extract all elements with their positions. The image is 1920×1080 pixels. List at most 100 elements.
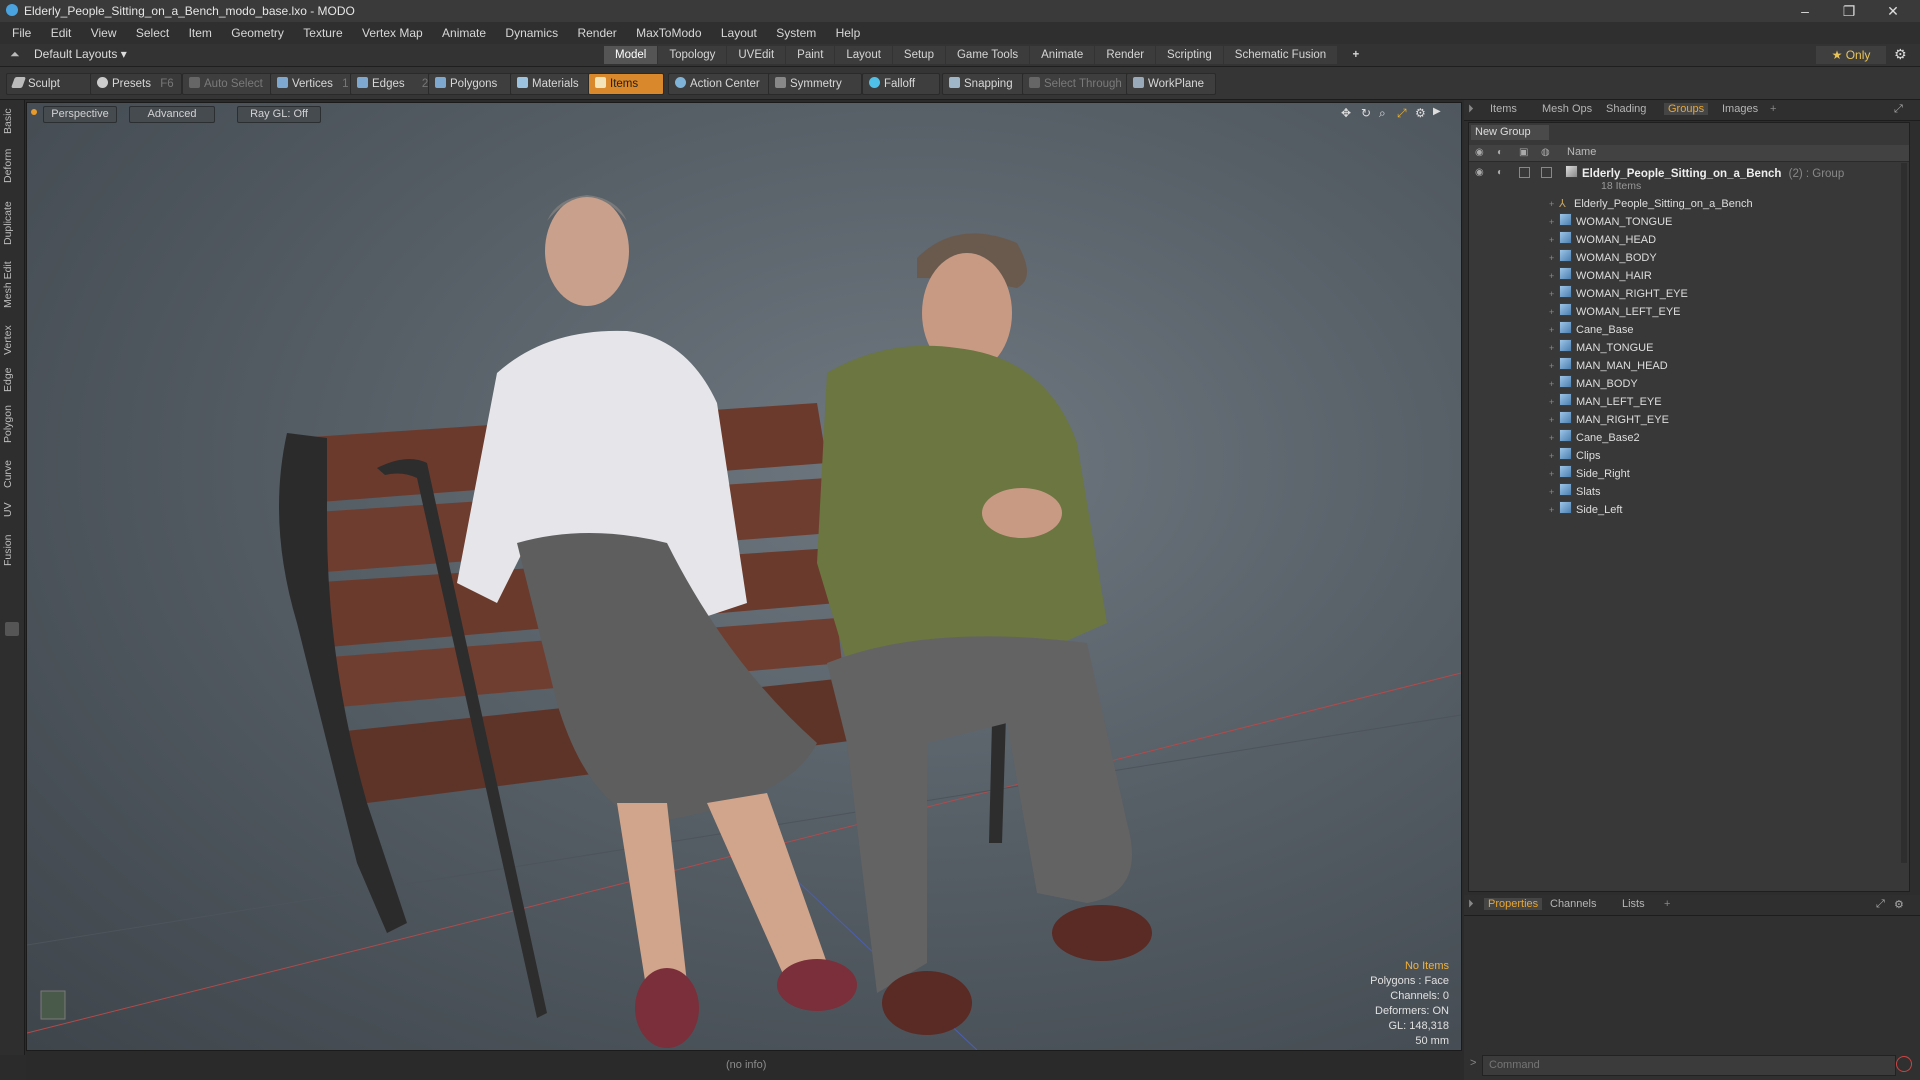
menu-layout[interactable]: Layout: [713, 22, 765, 44]
menu-maxtomodo[interactable]: MaxToModo: [628, 22, 709, 44]
expand-icon[interactable]: +: [1549, 213, 1559, 231]
menu-select[interactable]: Select: [128, 22, 177, 44]
list-item[interactable]: + MAN_MAN_HEAD: [1549, 357, 1668, 375]
tab-paint[interactable]: Paint: [786, 46, 835, 64]
expand-icon[interactable]: +: [1549, 429, 1559, 447]
menu-texture[interactable]: Texture: [295, 22, 350, 44]
menu-vertex-map[interactable]: Vertex Map: [354, 22, 431, 44]
expand-icon[interactable]: +: [1549, 285, 1559, 303]
auto-select-button[interactable]: Auto Select: [182, 73, 276, 95]
tab-layout[interactable]: Layout: [835, 46, 892, 64]
add-panel-tab-icon[interactable]: +: [1770, 103, 1776, 115]
tab-setup[interactable]: Setup: [892, 46, 945, 64]
list-item[interactable]: + MAN_TONGUE: [1549, 339, 1653, 357]
vtab-vertex[interactable]: Vertex: [2, 320, 22, 360]
expand-icon[interactable]: +: [1549, 375, 1559, 393]
edges-button[interactable]: Edges 2: [350, 73, 436, 95]
vtab-curve[interactable]: Curve: [2, 456, 22, 492]
group-select-checkbox[interactable]: [1541, 167, 1552, 178]
expand-icon[interactable]: +: [1549, 501, 1559, 519]
strip-toggle-icon[interactable]: [5, 622, 19, 636]
polygons-button[interactable]: Polygons: [428, 73, 512, 95]
panel-grip-icon[interactable]: ⏵: [1468, 103, 1474, 116]
expand-icon[interactable]: +: [1549, 321, 1559, 339]
list-item[interactable]: + MAN_LEFT_EYE: [1549, 393, 1662, 411]
list-item[interactable]: + WOMAN_BODY: [1549, 249, 1657, 267]
tab-channels[interactable]: Channels: [1550, 898, 1596, 910]
presets-button[interactable]: Presets F6: [90, 73, 182, 95]
tab-model[interactable]: Model: [604, 46, 658, 64]
vtab-mesh-edit[interactable]: Mesh Edit: [2, 258, 22, 312]
new-group-button[interactable]: New Group: [1471, 125, 1549, 140]
tab-scripting[interactable]: Scripting: [1156, 46, 1223, 64]
3d-viewport[interactable]: Perspective Advanced Ray GL: Off ✥ ↻ ⌕ ⤢…: [26, 102, 1462, 1051]
tab-topology[interactable]: Topology: [658, 46, 727, 64]
menu-animate[interactable]: Animate: [434, 22, 494, 44]
list-item[interactable]: + Cane_Base: [1549, 321, 1634, 339]
menu-geometry[interactable]: Geometry: [223, 22, 292, 44]
list-item[interactable]: + Slats: [1549, 483, 1600, 501]
tab-schematic-fusion[interactable]: Schematic Fusion: [1223, 46, 1338, 64]
group-visibility-icon[interactable]: ◉: [1475, 167, 1484, 178]
menu-dynamics[interactable]: Dynamics: [497, 22, 566, 44]
expand-icon[interactable]: +: [1549, 339, 1559, 357]
render-col-icon[interactable]: ◐: [1497, 147, 1503, 158]
group-row[interactable]: ◉ ◐ Elderly_People_Sitting_on_a_Bench (2…: [1469, 163, 1909, 193]
add-tab-button[interactable]: +: [1342, 46, 1371, 64]
name-column-header[interactable]: Name: [1567, 146, 1596, 158]
sculpt-button[interactable]: Sculpt: [6, 73, 96, 95]
layout-select[interactable]: Default Layouts ▾: [34, 47, 127, 61]
vtab-uv[interactable]: UV: [2, 498, 22, 522]
menu-file[interactable]: File: [4, 22, 39, 44]
list-item[interactable]: + MAN_RIGHT_EYE: [1549, 411, 1669, 429]
group-lock-checkbox[interactable]: [1519, 167, 1530, 178]
gear-icon[interactable]: ⚙: [1894, 46, 1907, 63]
group-render-icon[interactable]: ◐: [1497, 167, 1503, 178]
vtab-fusion[interactable]: Fusion: [2, 530, 22, 570]
list-item[interactable]: + Side_Right: [1549, 465, 1630, 483]
minimize-button[interactable]: –: [1786, 1, 1824, 21]
vtab-polygon[interactable]: Polygon: [2, 400, 22, 448]
only-toggle[interactable]: ★ Only: [1816, 46, 1886, 64]
tab-mesh-ops[interactable]: Mesh Ops: [1542, 103, 1592, 115]
properties-expand-icon[interactable]: ⤢: [1876, 898, 1885, 911]
close-button[interactable]: ✕: [1874, 1, 1912, 21]
expand-icon[interactable]: +: [1549, 483, 1559, 501]
vtab-duplicate[interactable]: Duplicate: [2, 196, 22, 250]
restore-button[interactable]: ❐: [1830, 1, 1868, 21]
tab-uvedit[interactable]: UVEdit: [727, 46, 786, 64]
falloff-button[interactable]: Falloff: [862, 73, 940, 95]
tab-properties[interactable]: Properties: [1484, 898, 1543, 910]
snapping-button[interactable]: Snapping: [942, 73, 1026, 95]
expand-icon[interactable]: +: [1549, 249, 1559, 267]
lock-col-icon[interactable]: ▣: [1519, 147, 1528, 158]
symmetry-button[interactable]: Symmetry: [768, 73, 862, 95]
tab-animate[interactable]: Animate: [1030, 46, 1095, 64]
layout-up-icon[interactable]: ⏶: [10, 47, 20, 62]
menu-edit[interactable]: Edit: [43, 22, 80, 44]
select-through-button[interactable]: Select Through: [1022, 73, 1128, 95]
tab-lists[interactable]: Lists: [1622, 898, 1645, 910]
menu-help[interactable]: Help: [828, 22, 869, 44]
expand-icon[interactable]: +: [1549, 447, 1559, 465]
vtab-edge[interactable]: Edge: [2, 364, 22, 396]
tab-game-tools[interactable]: Game Tools: [945, 46, 1030, 64]
command-record-icon[interactable]: [1896, 1056, 1912, 1072]
tab-groups[interactable]: Groups: [1664, 103, 1709, 115]
expand-icon[interactable]: +: [1549, 267, 1559, 285]
expand-icon[interactable]: +: [1549, 195, 1559, 213]
vertices-button[interactable]: Vertices 1: [270, 73, 356, 95]
vtab-deform[interactable]: Deform: [2, 144, 22, 188]
items-button[interactable]: Items: [588, 73, 664, 95]
tab-images[interactable]: Images: [1722, 103, 1758, 115]
visibility-col-icon[interactable]: ◉: [1475, 147, 1484, 158]
properties-settings-icon[interactable]: ⚙: [1894, 898, 1904, 911]
action-center-button[interactable]: Action Center: [668, 73, 772, 95]
menu-render[interactable]: Render: [569, 22, 624, 44]
list-item[interactable]: + Side_Left: [1549, 501, 1622, 519]
menu-view[interactable]: View: [83, 22, 125, 44]
menu-item[interactable]: Item: [181, 22, 220, 44]
expand-icon[interactable]: +: [1549, 357, 1559, 375]
select-col-icon[interactable]: ◍: [1541, 147, 1550, 158]
list-item[interactable]: + ⅄ Elderly_People_Sitting_on_a_Bench: [1549, 195, 1753, 213]
